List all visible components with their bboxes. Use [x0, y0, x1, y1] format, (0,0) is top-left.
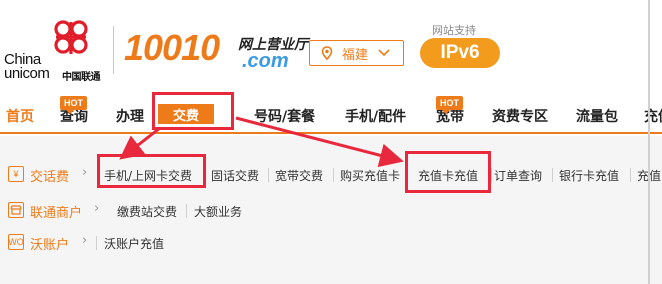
logo-unicom-text: unicom: [4, 65, 50, 82]
nav-item-broadband-label: 宽带: [436, 109, 464, 125]
shop-icon: [8, 202, 24, 218]
category-label[interactable]: 交话费: [30, 166, 69, 185]
divider: [96, 236, 97, 250]
chevron-down-icon: [378, 49, 390, 57]
divider: [204, 168, 205, 182]
nav-item-phone-accessories[interactable]: 手机/配件: [345, 106, 406, 126]
submenu-row-wo-account: WO 沃账户 › 沃账户充值: [0, 228, 662, 256]
location-pin-icon: [321, 46, 333, 60]
link-buy-recharge-card[interactable]: 购买充值卡: [340, 167, 400, 184]
nav-item-handle[interactable]: 办理: [116, 106, 144, 126]
link-recharge-card-topup[interactable]: 充值卡充值: [418, 167, 478, 184]
chevron-right-icon: ›: [82, 233, 88, 248]
chevron-right-icon: ›: [82, 165, 88, 180]
region-selector[interactable]: 福建: [309, 40, 404, 66]
link-order-query[interactable]: 订单查询: [494, 167, 542, 184]
china-unicom-logo[interactable]: China unicom 中国联通: [4, 18, 114, 83]
nav-item-data-pack[interactable]: 流量包: [576, 106, 618, 126]
nav-item-broadband[interactable]: HOT 宽带: [436, 96, 464, 126]
nav-item-query-label: 查询: [60, 109, 88, 125]
unicom-knot-icon: [54, 20, 88, 54]
payment-submenu: ¥ 交话费 › 手机/上网卡交费 固话交费 宽带交费 购买充值卡 充值卡充值 订…: [0, 136, 662, 284]
wo-icon: WO: [8, 234, 24, 250]
nav-item-recharge[interactable]: 充值: [644, 106, 662, 126]
header: China unicom 中国联通 10010 网上营业厅 .com 福建 网站…: [0, 0, 662, 94]
logo-chinese-text: 中国联通: [62, 72, 101, 83]
divider: [630, 168, 631, 182]
nav-item-number-plan[interactable]: 号码/套餐: [254, 106, 315, 126]
link-broadband-payment[interactable]: 宽带交费: [275, 167, 323, 184]
divider: [186, 204, 187, 218]
link-mobile-payment[interactable]: 手机/上网卡交费: [104, 167, 192, 184]
region-label: 福建: [342, 47, 369, 63]
logo-divider: [113, 26, 114, 74]
ipv6-support-label: 网站支持: [432, 24, 476, 37]
link-landline-payment[interactable]: 固话交费: [211, 167, 259, 184]
submenu-row-phone-bill: ¥ 交话费 › 手机/上网卡交费 固话交费 宽带交费 购买充值卡 充值卡充值 订…: [0, 160, 662, 188]
link-large-amount[interactable]: 大额业务: [194, 203, 242, 220]
divider: [333, 168, 334, 182]
page-edge-divider: [648, 0, 650, 284]
brand-domain: .com: [242, 50, 289, 72]
ipv6-badge: IPv6: [420, 38, 500, 68]
nav-item-tariff-zone[interactable]: 资费专区: [492, 106, 548, 126]
hot-badge: HOT: [436, 96, 463, 114]
chevron-right-icon: ›: [94, 201, 100, 216]
nav-item-query[interactable]: HOT 查询: [60, 96, 88, 126]
nav-item-payment[interactable]: 交费: [158, 104, 214, 124]
link-payment-station[interactable]: 缴费站交费: [117, 203, 177, 220]
divider: [491, 168, 492, 182]
link-bank-card-recharge[interactable]: 银行卡充值: [559, 167, 619, 184]
link-wo-account-recharge[interactable]: 沃账户充值: [104, 235, 164, 252]
nav-item-home[interactable]: 首页: [6, 106, 34, 126]
brand-number: 10010: [124, 27, 220, 68]
divider: [552, 168, 553, 182]
category-label[interactable]: 联通商户: [30, 202, 82, 221]
divider: [407, 168, 408, 182]
yen-icon: ¥: [8, 166, 24, 182]
category-label[interactable]: 沃账户: [30, 234, 69, 253]
divider: [268, 168, 269, 182]
submenu-row-merchant: 联通商户 › 缴费站交费 大额业务: [0, 196, 662, 224]
main-nav: 首页 HOT 查询 办理 号码/套餐 手机/配件 HOT 宽带 资费专区 流量包…: [0, 94, 662, 134]
hot-badge: HOT: [60, 96, 87, 114]
